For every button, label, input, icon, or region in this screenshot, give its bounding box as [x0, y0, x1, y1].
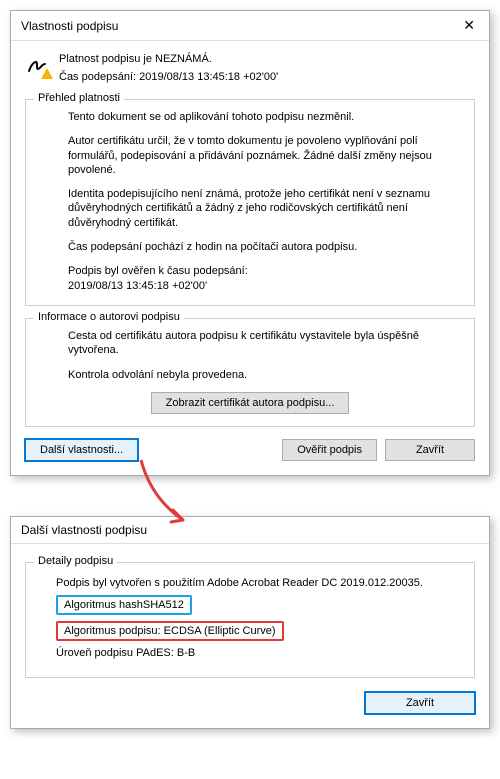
- dialog1-title: Vlastnosti podpisu: [21, 19, 118, 33]
- signature-algorithm-text: Algoritmus podpisu: ECDSA (Elliptic Curv…: [56, 621, 284, 641]
- verify-time-value: 2019/08/13 13:45:18 +02'00': [68, 280, 207, 292]
- close-button-2[interactable]: Zavřít: [365, 692, 475, 714]
- signer-info-title: Informace o autorovi podpisu: [34, 311, 184, 323]
- signer-info-group: Informace o autorovi podpisu Cesta od ce…: [25, 318, 475, 427]
- validity-p4: Čas podepsání pochází z hodin na počítač…: [68, 240, 462, 254]
- signer-p2: Kontrola odvolání nebyla provedena.: [68, 368, 462, 382]
- hash-algorithm-text: Algoritmus hashSHA512: [56, 595, 192, 615]
- validity-p5: Podpis byl ověřen k času podepsání: 2019…: [68, 264, 462, 293]
- more-properties-button[interactable]: Další vlastnosti...: [25, 439, 138, 461]
- more-signature-properties-dialog: Další vlastnosti podpisu Detaily podpisu…: [10, 516, 490, 729]
- validity-p3: Identita podepisujícího není známá, prot…: [68, 187, 462, 230]
- signature-summary: Platnost podpisu je NEZNÁMÁ. Čas podepsá…: [25, 51, 475, 89]
- signature-properties-dialog: Vlastnosti podpisu ✕ Platnost podpisu je…: [10, 10, 490, 476]
- created-with-text: Podpis byl vytvořen s použitím Adobe Acr…: [56, 577, 462, 589]
- validity-p1: Tento dokument se od aplikování tohoto p…: [68, 110, 462, 124]
- validity-overview-group: Přehled platnosti Tento dokument se od a…: [25, 99, 475, 306]
- validity-status-text: Platnost podpisu je NEZNÁMÁ.: [59, 53, 278, 65]
- signature-details-title: Detaily podpisu: [34, 555, 117, 567]
- validity-p2: Autor certifikátu určil, že v tomto doku…: [68, 134, 462, 177]
- close-button[interactable]: Zavřít: [385, 439, 475, 461]
- warning-icon: [41, 68, 53, 79]
- signature-icon: [25, 53, 49, 77]
- verify-time-label: Podpis byl ověřen k času podepsání:: [68, 265, 248, 277]
- validity-overview-title: Přehled platnosti: [34, 92, 124, 104]
- dialog2-title: Další vlastnosti podpisu: [21, 523, 147, 537]
- pades-level-text: Úroveň podpisu PAdES: B-B: [56, 647, 462, 659]
- show-certificate-button[interactable]: Zobrazit certifikát autora podpisu...: [151, 392, 350, 414]
- close-icon[interactable]: ✕: [457, 17, 481, 34]
- dialog1-titlebar: Vlastnosti podpisu ✕: [11, 11, 489, 41]
- verify-signature-button[interactable]: Ověřit podpis: [282, 439, 377, 461]
- signing-time-text: Čas podepsání: 2019/08/13 13:45:18 +02'0…: [59, 71, 278, 83]
- signer-p1: Cesta od certifikátu autora podpisu k ce…: [68, 329, 462, 358]
- signature-details-group: Detaily podpisu Podpis byl vytvořen s po…: [25, 562, 475, 678]
- dialog2-titlebar: Další vlastnosti podpisu: [11, 517, 489, 544]
